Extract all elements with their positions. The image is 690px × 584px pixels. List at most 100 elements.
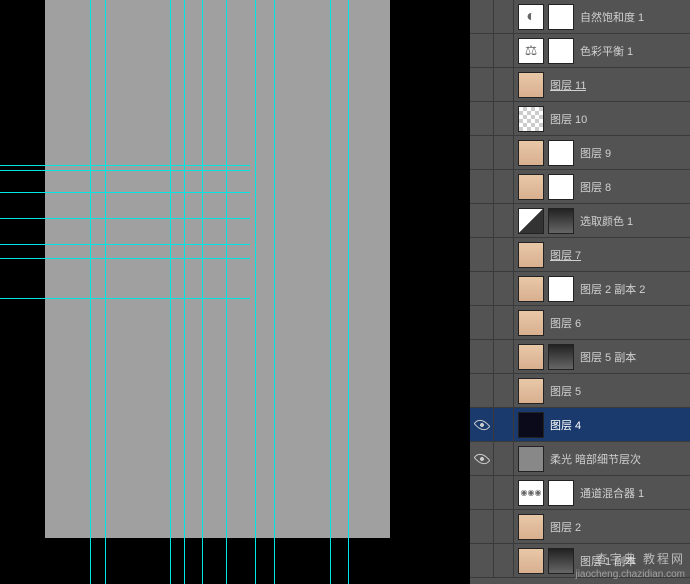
guide-vertical[interactable] [170, 0, 171, 584]
link-col [494, 272, 514, 305]
layer-name[interactable]: 图层 5 [544, 383, 581, 399]
visibility-toggle[interactable] [470, 544, 494, 577]
layer-thumbnail[interactable] [518, 480, 544, 506]
layer-thumbnail[interactable] [518, 310, 544, 336]
layer-name[interactable]: 图层 2 [544, 519, 581, 535]
layer-thumbnail[interactable] [548, 548, 574, 574]
visibility-toggle[interactable] [470, 476, 494, 509]
layer-thumbnail[interactable] [548, 480, 574, 506]
guide-vertical[interactable] [348, 0, 349, 584]
layer-thumbnail[interactable] [548, 4, 574, 30]
layer-row[interactable]: 通道混合器 1 [470, 476, 690, 510]
layer-thumbs [514, 38, 574, 64]
layer-name[interactable]: 选取颜色 1 [574, 213, 633, 229]
layer-thumbnail[interactable] [518, 412, 544, 438]
layer-row[interactable]: 图层 2 副本 2 [470, 272, 690, 306]
layer-name[interactable]: 图层 9 [574, 145, 611, 161]
layer-name[interactable]: 图层 7 [544, 247, 581, 263]
layer-row[interactable]: 图层 4 [470, 408, 690, 442]
visibility-toggle[interactable] [470, 408, 494, 441]
layer-row[interactable]: 图层 2 [470, 510, 690, 544]
layer-row[interactable]: 图层 6 [470, 306, 690, 340]
link-col [494, 306, 514, 339]
layers-panel[interactable]: 自然饱和度 1 色彩平衡 1 图层 11 图层 10 图层 9 图层 8 选取颜色 1 图层 … [470, 0, 690, 584]
layer-thumbnail[interactable] [518, 344, 544, 370]
guide-horizontal[interactable] [0, 170, 250, 171]
layer-thumbnail[interactable] [518, 38, 544, 64]
visibility-toggle[interactable] [470, 136, 494, 169]
layer-thumbnail[interactable] [548, 174, 574, 200]
layer-thumbnail[interactable] [518, 4, 544, 30]
layer-row[interactable]: 色彩平衡 1 [470, 34, 690, 68]
guide-vertical[interactable] [330, 0, 331, 584]
layer-thumbnail[interactable] [518, 174, 544, 200]
layer-thumbnail[interactable] [518, 378, 544, 404]
layer-thumbs [514, 548, 574, 574]
link-col [494, 544, 514, 577]
layer-row[interactable]: 图层 5 副本 [470, 340, 690, 374]
visibility-toggle[interactable] [470, 34, 494, 67]
guide-vertical[interactable] [184, 0, 185, 584]
layer-name[interactable]: 图层 6 [544, 315, 581, 331]
layer-thumbnail[interactable] [518, 446, 544, 472]
layer-row[interactable]: 图层 10 [470, 102, 690, 136]
layer-thumbnail[interactable] [548, 276, 574, 302]
layer-thumbnail[interactable] [548, 140, 574, 166]
visibility-toggle[interactable] [470, 442, 494, 475]
guide-vertical[interactable] [105, 0, 106, 584]
visibility-toggle[interactable] [470, 510, 494, 543]
visibility-toggle[interactable] [470, 0, 494, 33]
guide-horizontal[interactable] [0, 298, 250, 299]
layer-thumbnail[interactable] [518, 208, 544, 234]
layer-row[interactable]: 图层 7 [470, 238, 690, 272]
visibility-toggle[interactable] [470, 272, 494, 305]
guide-vertical[interactable] [90, 0, 91, 584]
layer-name[interactable]: 柔光 暗部细节层次 [544, 451, 641, 467]
visibility-toggle[interactable] [470, 204, 494, 237]
layer-row[interactable]: 图层 8 [470, 170, 690, 204]
layer-name[interactable]: 通道混合器 1 [574, 485, 644, 501]
layer-row[interactable]: 图层 11 [470, 68, 690, 102]
layer-thumbnail[interactable] [518, 140, 544, 166]
layer-thumbnail[interactable] [548, 38, 574, 64]
layer-name[interactable]: 自然饱和度 1 [574, 9, 644, 25]
guide-horizontal[interactable] [0, 244, 250, 245]
visibility-toggle[interactable] [470, 306, 494, 339]
guide-vertical[interactable] [202, 0, 203, 584]
visibility-toggle[interactable] [470, 170, 494, 203]
visibility-toggle[interactable] [470, 102, 494, 135]
guide-horizontal[interactable] [0, 258, 250, 259]
layer-row[interactable]: 柔光 暗部细节层次 [470, 442, 690, 476]
guide-horizontal[interactable] [0, 218, 250, 219]
layer-name[interactable]: 图层 11 [544, 77, 586, 93]
layer-thumbnail[interactable] [518, 72, 544, 98]
guide-vertical[interactable] [274, 0, 275, 584]
layer-thumbs [514, 72, 544, 98]
layer-name[interactable]: 图层 10 [544, 111, 587, 127]
layer-row[interactable]: 选取颜色 1 [470, 204, 690, 238]
layer-thumbnail[interactable] [518, 514, 544, 540]
layer-thumbnail[interactable] [518, 548, 544, 574]
guide-vertical[interactable] [255, 0, 256, 584]
layer-row[interactable]: 图层 5 [470, 374, 690, 408]
layer-name[interactable]: 图层 4 [544, 417, 581, 433]
visibility-toggle[interactable] [470, 340, 494, 373]
layer-thumbnail[interactable] [518, 106, 544, 132]
layer-name[interactable]: 图层 5 副本 [574, 349, 636, 365]
layer-thumbnail[interactable] [518, 276, 544, 302]
layer-name[interactable]: 图层 8 [574, 179, 611, 195]
layer-thumbnail[interactable] [518, 242, 544, 268]
canvas-area[interactable] [0, 0, 470, 584]
visibility-toggle[interactable] [470, 238, 494, 271]
layer-thumbnail[interactable] [548, 208, 574, 234]
visibility-toggle[interactable] [470, 374, 494, 407]
visibility-toggle[interactable] [470, 68, 494, 101]
layer-name[interactable]: 图层 2 副本 2 [574, 281, 645, 297]
layer-row[interactable]: 图层 9 [470, 136, 690, 170]
layer-thumbnail[interactable] [548, 344, 574, 370]
guide-vertical[interactable] [226, 0, 227, 584]
guide-horizontal[interactable] [0, 165, 250, 166]
layer-row[interactable]: 自然饱和度 1 [470, 0, 690, 34]
guide-horizontal[interactable] [0, 192, 250, 193]
layer-name[interactable]: 色彩平衡 1 [574, 43, 633, 59]
